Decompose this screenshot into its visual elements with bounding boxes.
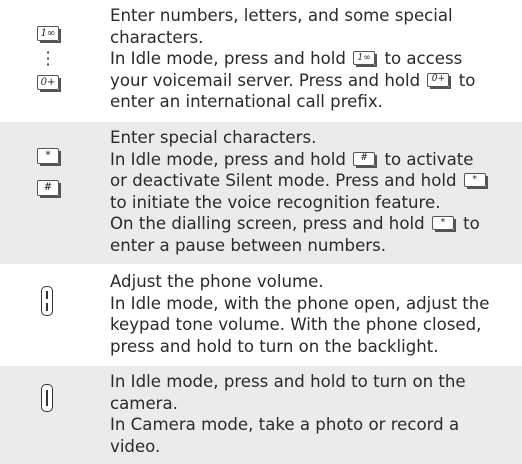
- description-line: On the dialling screen, press and hold *…: [110, 213, 522, 235]
- description-line: or deactivate Silent mode. Press and hol…: [110, 170, 522, 192]
- star-key-inline-icon: *: [463, 173, 488, 190]
- description-text: to access: [379, 49, 463, 69]
- star-key-icon: *: [431, 216, 456, 233]
- key-icon-cell: * #: [0, 122, 110, 264]
- star-key-icon: *: [463, 173, 488, 190]
- key-1-icon: 1∞: [353, 51, 378, 68]
- description-line: to initiate the voice recognition featur…: [110, 192, 441, 212]
- description-line: In Idle mode, press and hold # to activa…: [110, 149, 522, 171]
- hash-key-icon: #: [37, 180, 61, 198]
- key-function-table: 1∞ · · · 0+ Enter numbers, letters, and so…: [0, 0, 522, 464]
- key-1-icon: 1∞: [37, 26, 61, 43]
- star-key-inline-icon: *: [431, 216, 456, 233]
- key-icon-cell: [0, 266, 110, 364]
- description-text: or deactivate Silent mode. Press and hol…: [110, 171, 462, 191]
- description-line: keypad tone volume. With the phone close…: [110, 315, 482, 335]
- key-row-volume: Adjust the phone volume. In Idle mode, w…: [0, 266, 522, 364]
- description-line: Enter special characters.: [110, 128, 317, 147]
- key-icon-cell: 1∞ · · · 0+: [0, 0, 110, 120]
- description-line: In Idle mode, press and hold to turn on …: [110, 372, 466, 391]
- description-text: your voicemail server. Press and hold: [110, 70, 426, 90]
- volume-side-key-icon: [41, 286, 53, 316]
- hash-key-icon: #: [353, 151, 378, 168]
- description-line: In Idle mode, with the phone open, adjus…: [110, 293, 490, 313]
- key-icon-cell: [0, 366, 110, 464]
- description-line: Enter numbers, letters, and some special: [110, 6, 453, 25]
- key-0-icon: 0+: [427, 72, 452, 89]
- key-description: Enter special characters. In Idle mode, …: [110, 122, 522, 264]
- description-line: camera.: [110, 393, 178, 413]
- description-line: press and hold to turn on the backlight.: [110, 336, 439, 356]
- description-line: In Camera mode, take a photo or record a: [110, 415, 460, 435]
- description-text: to: [453, 70, 476, 90]
- key-row-camera: In Idle mode, press and hold to turn on …: [0, 366, 522, 464]
- description-line: characters.: [110, 27, 204, 47]
- key-description: In Idle mode, press and hold to turn on …: [110, 366, 522, 464]
- description-line: Adjust the phone volume.: [110, 272, 324, 291]
- description-line: enter an international call prefix.: [110, 92, 383, 112]
- description-text: In Idle mode, press and hold: [110, 149, 352, 169]
- camera-side-key-icon: [41, 384, 53, 412]
- key-row-number-keys: 1∞ · · · 0+ Enter numbers, letters, and so…: [0, 0, 522, 120]
- description-line: your voicemail server. Press and hold 0+…: [110, 70, 522, 92]
- key-row-special-keys: * # Enter special characters. In Idle mo…: [0, 122, 522, 264]
- description-line: enter a pause between numbers.: [110, 235, 387, 255]
- key-0-inline-icon: 0+: [427, 72, 452, 89]
- description-text: to: [457, 214, 480, 234]
- description-text: On the dialling screen, press and hold: [110, 214, 430, 234]
- description-line: video.: [110, 436, 161, 456]
- star-key-icon: *: [37, 148, 61, 166]
- hash-key-inline-icon: #: [353, 151, 378, 168]
- vertical-ellipsis-icon: · · ·: [45, 43, 51, 74]
- key-description: Enter numbers, letters, and some special…: [110, 0, 522, 120]
- key-0-icon: 0+: [37, 75, 61, 92]
- description-text: to activate: [379, 149, 474, 169]
- description-line: In Idle mode, press and hold 1∞ to acces…: [110, 48, 522, 70]
- key-1-inline-icon: 1∞: [353, 51, 378, 68]
- description-text: In Idle mode, press and hold: [110, 49, 352, 69]
- key-description: Adjust the phone volume. In Idle mode, w…: [110, 266, 522, 364]
